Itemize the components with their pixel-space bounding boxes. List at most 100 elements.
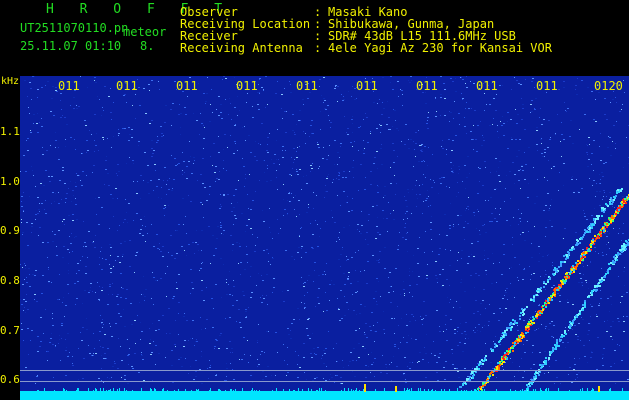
noise-speck: [32, 76, 34, 77]
noise-speck: [340, 146, 341, 147]
noise-speck: [259, 79, 260, 80]
noise-speck: [180, 127, 181, 128]
noise-speck: [283, 184, 284, 185]
noise-speck: [418, 161, 420, 162]
meteor-echo: [496, 366, 498, 368]
noise-speck: [52, 315, 53, 316]
noise-speck: [305, 252, 307, 253]
noise-floor-spike: [466, 390, 467, 393]
noise-speck: [528, 231, 529, 232]
noise-speck: [411, 314, 413, 315]
noise-speck: [92, 291, 93, 292]
noise-floor-spike: [319, 388, 320, 391]
noise-speck: [93, 165, 95, 166]
y-tick-label: 1.1: [0, 125, 20, 138]
noise-speck: [136, 193, 138, 194]
noise-speck: [394, 175, 395, 176]
noise-speck: [47, 81, 49, 82]
noise-speck: [292, 114, 294, 115]
x-tick-label: 0120: [594, 79, 623, 93]
echo-trace: [620, 190, 622, 192]
noise-speck: [437, 356, 439, 357]
noise-speck: [178, 313, 179, 314]
noise-speck: [143, 180, 144, 181]
noise-speck: [157, 142, 158, 143]
noise-speck: [480, 303, 482, 304]
noise-speck: [350, 352, 352, 353]
echo-trace: [484, 359, 486, 361]
noise-speck: [534, 109, 536, 110]
noise-speck: [522, 377, 524, 378]
noise-speck: [575, 379, 576, 380]
noise-floor-spike: [577, 391, 578, 394]
noise-speck: [381, 144, 382, 145]
noise-speck: [237, 115, 238, 116]
noise-speck: [491, 221, 493, 222]
noise-speck: [573, 192, 575, 193]
meteor-echo: [539, 310, 541, 312]
noise-speck: [485, 232, 487, 233]
noise-speck: [270, 264, 271, 265]
noise-speck: [214, 346, 216, 347]
noise-speck: [158, 320, 160, 321]
noise-speck: [248, 219, 250, 220]
noise-speck: [310, 125, 312, 126]
noise-speck: [174, 344, 176, 345]
noise-speck: [348, 276, 349, 277]
noise-speck: [363, 150, 364, 151]
noise-speck: [311, 357, 313, 358]
noise-speck: [89, 130, 90, 131]
noise-speck: [618, 321, 620, 322]
noise-speck: [82, 153, 83, 154]
noise-speck: [378, 186, 379, 187]
noise-floor-spike: [138, 391, 139, 394]
noise-speck: [31, 232, 32, 233]
noise-speck: [257, 237, 258, 238]
noise-floor-spike: [449, 389, 450, 392]
noise-speck: [515, 139, 517, 140]
noise-speck: [153, 341, 154, 342]
noise-floor-spike: [444, 391, 445, 394]
noise-floor-spike: [305, 391, 306, 394]
noise-speck: [179, 104, 180, 105]
noise-speck: [101, 247, 102, 248]
noise-floor-spike: [109, 390, 110, 393]
meteor-echo: [594, 240, 596, 242]
noise-speck: [339, 157, 340, 158]
noise-speck: [95, 292, 96, 293]
noise-speck: [421, 161, 423, 162]
noise-speck: [373, 163, 375, 164]
noise-speck: [599, 183, 600, 184]
echo-trace: [613, 199, 615, 201]
noise-speck: [352, 360, 354, 361]
echo-trace: [521, 308, 523, 310]
noise-speck: [282, 291, 283, 292]
noise-speck: [295, 351, 296, 352]
noise-speck: [63, 297, 64, 298]
noise-speck: [537, 150, 538, 151]
echo-trace: [617, 189, 619, 191]
noise-speck: [555, 360, 557, 361]
noise-speck: [518, 209, 519, 210]
noise-speck: [382, 102, 383, 103]
noise-speck: [29, 196, 30, 197]
noise-speck: [227, 194, 229, 195]
noise-speck: [48, 267, 49, 268]
noise-speck: [298, 120, 300, 121]
noise-speck: [210, 263, 211, 264]
echo-trace: [607, 205, 609, 207]
noise-speck: [610, 102, 611, 103]
noise-speck: [36, 301, 38, 302]
noise-speck: [182, 170, 183, 171]
echo-trace: [545, 357, 547, 359]
noise-speck: [479, 234, 481, 235]
noise-speck: [299, 169, 301, 170]
noise-speck: [155, 170, 156, 171]
noise-speck: [514, 77, 515, 78]
noise-speck: [614, 350, 616, 351]
noise-speck: [275, 332, 277, 333]
noise-speck: [193, 113, 194, 114]
noise-speck: [536, 144, 538, 145]
noise-speck: [39, 122, 40, 123]
noise-speck: [536, 127, 538, 128]
